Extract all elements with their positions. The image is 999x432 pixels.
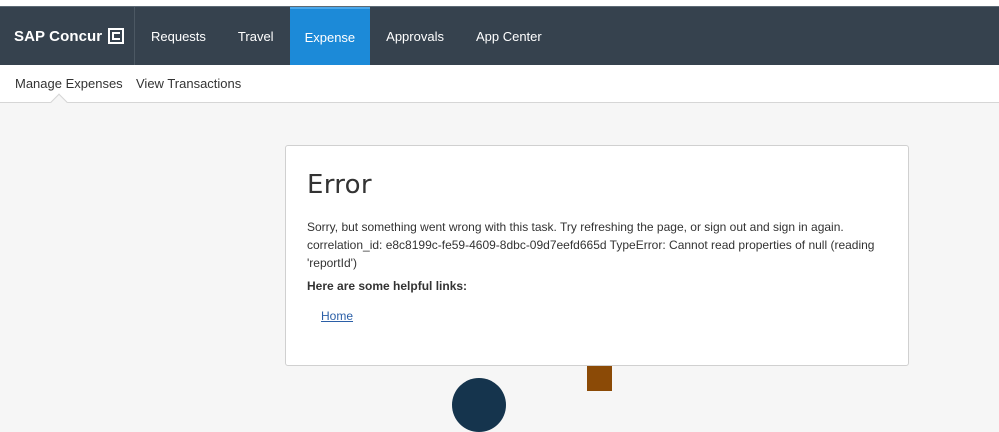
subnav-manage-expenses[interactable]: Manage Expenses bbox=[15, 65, 123, 102]
nav-approvals[interactable]: Approvals bbox=[370, 7, 460, 65]
nav-travel[interactable]: Travel bbox=[222, 7, 290, 65]
decorative-circle bbox=[452, 378, 506, 432]
nav-app-center[interactable]: App Center bbox=[460, 7, 558, 65]
brand-name: SAP Concur bbox=[14, 27, 103, 45]
helpful-links-heading: Here are some helpful links: bbox=[307, 279, 468, 293]
nav-requests[interactable]: Requests bbox=[135, 7, 222, 65]
brand-logo[interactable]: SAP Concur bbox=[0, 7, 135, 65]
sub-navigation: Manage Expenses View Transactions bbox=[0, 65, 999, 103]
error-card: Error Sorry, but something went wrong wi… bbox=[285, 145, 909, 366]
main-nav: Requests Travel Expense Approvals App Ce… bbox=[135, 7, 558, 65]
top-navigation-bar: SAP Concur Requests Travel Expense Appro… bbox=[0, 6, 999, 65]
subnav-view-transactions[interactable]: View Transactions bbox=[136, 65, 241, 102]
concur-logo-icon bbox=[108, 28, 125, 44]
nav-expense[interactable]: Expense bbox=[289, 7, 371, 65]
error-title: Error bbox=[307, 170, 372, 200]
home-link[interactable]: Home bbox=[321, 309, 353, 323]
decorative-bar bbox=[587, 366, 612, 391]
error-message: Sorry, but something went wrong with thi… bbox=[307, 220, 875, 270]
